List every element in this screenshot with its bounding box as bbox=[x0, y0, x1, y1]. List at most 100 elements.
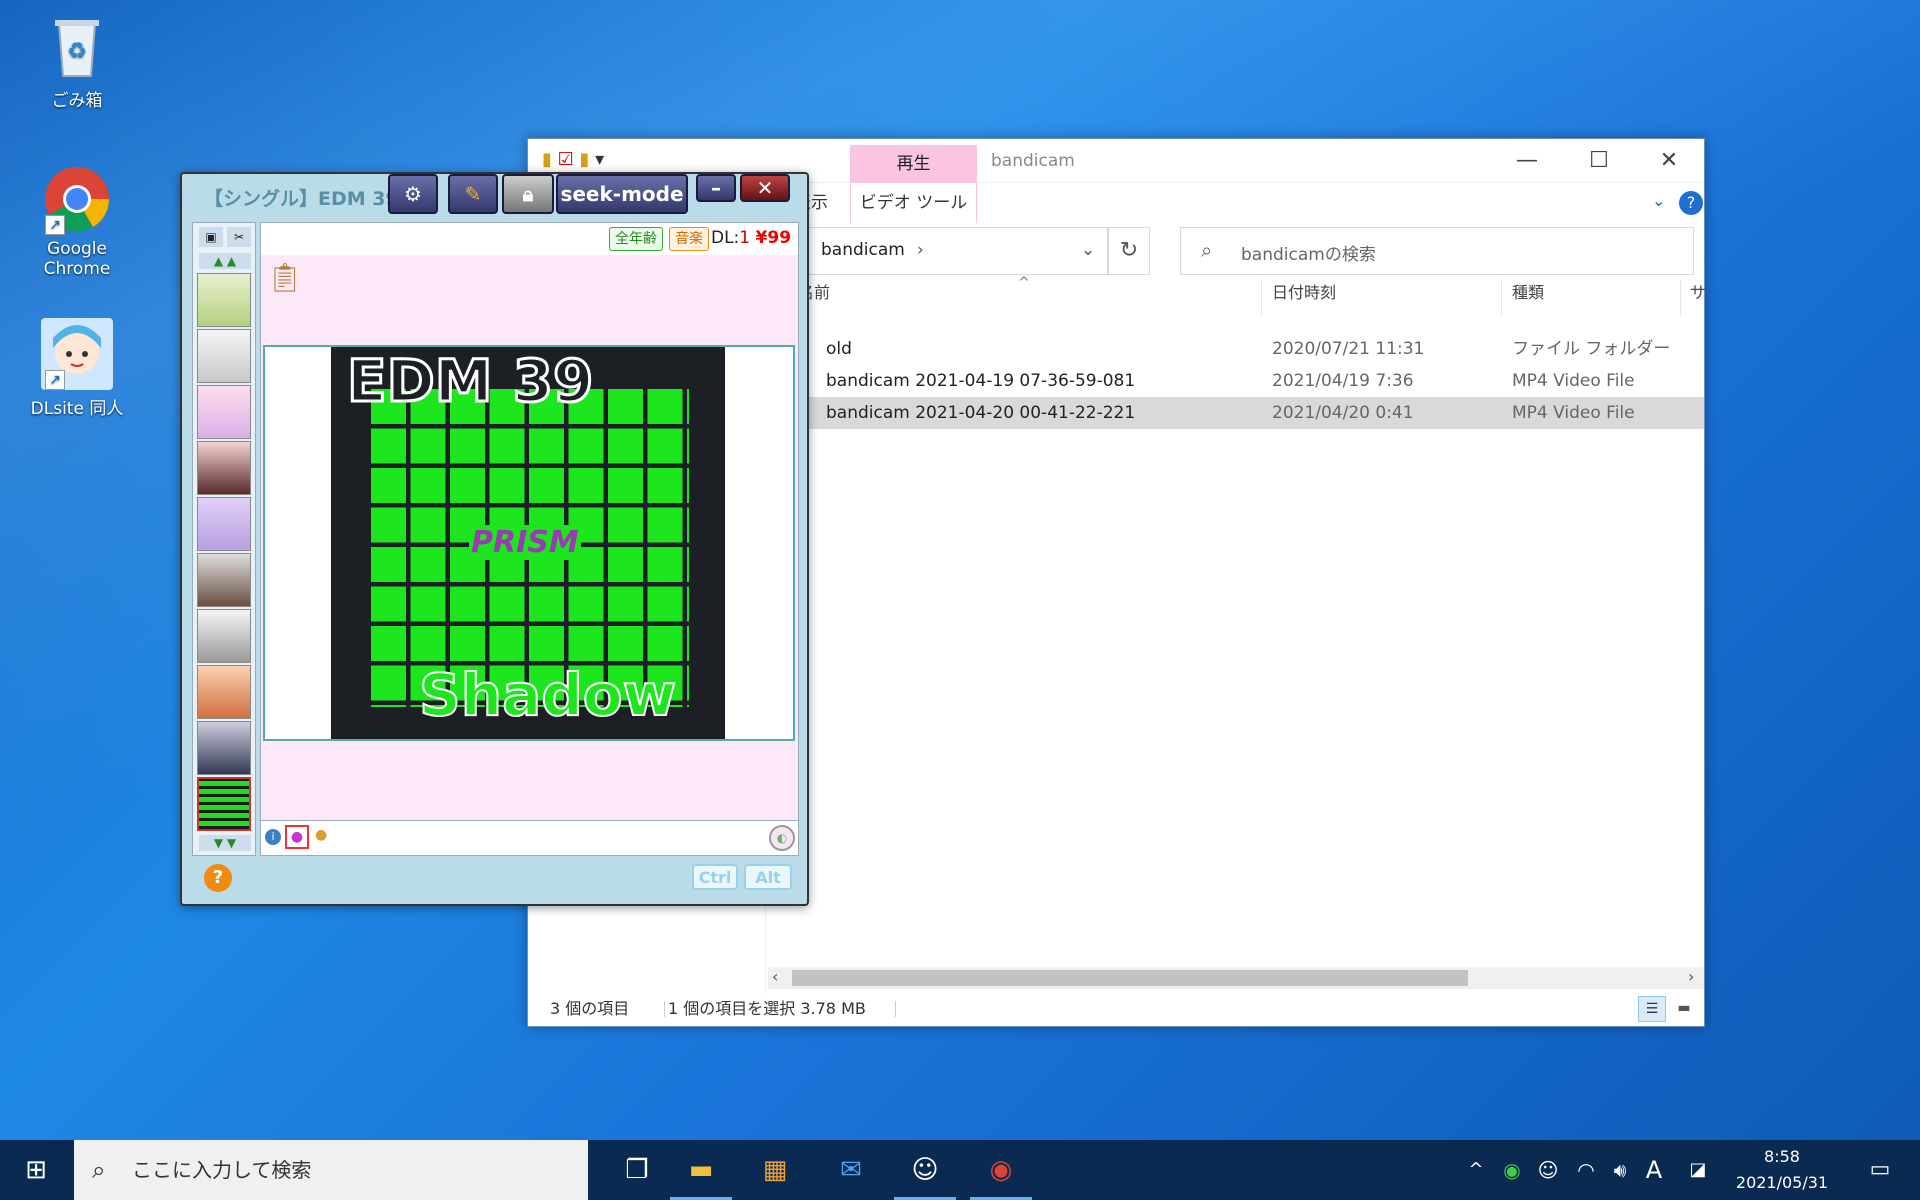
search-box[interactable]: ⌕ bandicamの検索 bbox=[1180, 227, 1694, 275]
close-button[interactable]: ✕ bbox=[1634, 139, 1704, 183]
file-explorer-taskbar-icon[interactable]: ▬ bbox=[670, 1140, 732, 1200]
download-value: 1 bbox=[739, 228, 751, 248]
taskbar-search[interactable]: ⌕ ここに入力して検索 bbox=[74, 1140, 588, 1200]
tab-play[interactable]: 再生 bbox=[850, 145, 977, 183]
clock[interactable]: 8:58 2021/05/31 bbox=[1722, 1144, 1842, 1196]
clipboard-icon[interactable]: 📋︎ bbox=[267, 261, 303, 294]
file-date: 2021/04/19 7:36 bbox=[1272, 371, 1414, 391]
player-toolbar: i ● ● ◐ bbox=[261, 820, 798, 855]
file-date: 2020/07/21 11:31 bbox=[1272, 339, 1425, 359]
file-name: old bbox=[826, 339, 852, 359]
scroll-left-icon[interactable]: ‹ bbox=[772, 967, 778, 986]
search-input[interactable]: bandicamの検索 bbox=[1241, 240, 1376, 265]
purple-cup-icon[interactable]: ● bbox=[285, 825, 309, 849]
download-count: DL:1 ¥99 bbox=[711, 228, 791, 248]
ime-mode-icon[interactable]: ◪ bbox=[1684, 1140, 1712, 1200]
gear-icon: ⚙ bbox=[404, 182, 422, 206]
dlsite-player-taskbar-icon[interactable]: ☺ bbox=[894, 1140, 956, 1200]
scroll-right-icon[interactable]: › bbox=[1688, 967, 1694, 986]
cake-icon[interactable]: ● bbox=[315, 827, 327, 843]
playlist-thumbnail[interactable] bbox=[197, 329, 251, 383]
taskbar: ⊞ ⌕ ここに入力して検索 ❐ ▬ ▦ ✉ ☺ ◉ ^ ◉ ☺ ◠ 🔊︎ A ◪… bbox=[0, 1140, 1920, 1200]
column-header-size[interactable]: サ bbox=[1690, 279, 1706, 303]
help-icon[interactable]: ? bbox=[1679, 191, 1703, 215]
details-view-icon[interactable]: ☰ bbox=[1638, 996, 1666, 1022]
tab-video-tools[interactable]: ビデオ ツール bbox=[850, 183, 977, 223]
tray-green-icon[interactable]: ◉ bbox=[1498, 1140, 1526, 1200]
sort-arrow-icon: ^ bbox=[1018, 275, 1030, 291]
maximize-button[interactable]: ☐ bbox=[1564, 139, 1634, 183]
minimize-button[interactable]: — bbox=[1492, 139, 1562, 183]
store-icon[interactable]: ▦ bbox=[744, 1140, 806, 1200]
volume-icon[interactable]: 🔊︎ bbox=[1606, 1140, 1634, 1200]
playlist-add-icon[interactable]: ▣ bbox=[199, 227, 223, 247]
mail-icon[interactable]: ✉ bbox=[820, 1140, 882, 1200]
scroll-bottom-icon[interactable]: ▼ ▼ bbox=[199, 835, 251, 851]
address-bar[interactable]: › bandicam › ⌄ bbox=[798, 227, 1108, 275]
playlist-thumbnail[interactable] bbox=[197, 385, 251, 439]
age-rating-badge: 全年齢 bbox=[609, 227, 663, 251]
cover-title-top: EDM 39 bbox=[345, 347, 594, 417]
dlsite-mascot-icon: ↗ bbox=[41, 318, 113, 390]
info-icon[interactable]: i bbox=[265, 829, 281, 845]
clock-time: 8:58 bbox=[1764, 1147, 1800, 1166]
price: ¥99 bbox=[755, 228, 792, 248]
player-main: 全年齢 音楽 DL:1 ¥99 📋︎ EDM 39 PRISM Shadow i… bbox=[260, 222, 799, 856]
desktop-icon-label: Google Chrome bbox=[43, 239, 111, 279]
playback-icon[interactable]: ◐ bbox=[769, 825, 795, 851]
pin-button[interactable]: ✎ bbox=[448, 174, 498, 214]
taskbar-search-input[interactable]: ここに入力して検索 bbox=[132, 1140, 311, 1200]
minimize-button[interactable]: – bbox=[696, 174, 736, 202]
playlist-thumbnail[interactable] bbox=[197, 441, 251, 495]
status-divider bbox=[895, 1001, 896, 1017]
column-header-date[interactable]: 日付時刻 bbox=[1272, 279, 1336, 303]
status-divider bbox=[664, 1001, 665, 1017]
lock-button[interactable]: 🔒︎ bbox=[502, 174, 554, 214]
large-icons-view-icon[interactable]: ▬ bbox=[1670, 996, 1698, 1022]
notification-icon[interactable]: ▭ bbox=[1850, 1140, 1910, 1200]
help-button[interactable]: ? bbox=[204, 864, 232, 892]
ribbon-expand-icon[interactable]: ⌄ bbox=[1652, 191, 1665, 210]
start-button[interactable]: ⊞ bbox=[0, 1140, 72, 1200]
window-title: bandicam bbox=[991, 151, 1075, 171]
close-button[interactable]: ✕ bbox=[740, 174, 790, 202]
playlist-thumbnail[interactable] bbox=[197, 497, 251, 551]
playlist-thumbnail[interactable] bbox=[197, 273, 251, 327]
seek-mode-button[interactable]: seek-mode bbox=[556, 174, 688, 214]
scroll-top-icon[interactable]: ▲ ▲ bbox=[199, 253, 251, 269]
ime-indicator[interactable]: A bbox=[1640, 1140, 1668, 1200]
chrome-taskbar-icon[interactable]: ◉ bbox=[970, 1140, 1032, 1200]
playlist-sidebar: ▣ ✂ ▲ ▲ ▼ ▼ bbox=[192, 222, 256, 856]
cover-title-bottom: Shadow bbox=[418, 660, 677, 730]
genre-badge: 音楽 bbox=[669, 227, 709, 251]
file-date: 2021/04/20 0:41 bbox=[1272, 403, 1414, 423]
ctrl-key-button[interactable]: Ctrl bbox=[692, 864, 738, 890]
playlist-thumbnail[interactable] bbox=[197, 553, 251, 607]
shortcut-arrow-icon: ↗ bbox=[45, 215, 65, 235]
desktop-icon-recycle-bin[interactable]: ♻ ごみ箱 bbox=[17, 10, 137, 111]
address-dropdown-icon[interactable]: ⌄ bbox=[1081, 240, 1095, 260]
tray-overflow-icon[interactable]: ^ bbox=[1464, 1140, 1488, 1200]
wifi-icon[interactable]: ◠ bbox=[1572, 1140, 1600, 1200]
playlist-tool-icon[interactable]: ✂ bbox=[227, 227, 251, 247]
playlist-thumbnail-selected[interactable] bbox=[197, 777, 251, 831]
horizontal-scrollbar[interactable]: ‹ › bbox=[768, 967, 1704, 989]
playlist-thumbnail[interactable] bbox=[197, 665, 251, 719]
alt-key-button[interactable]: Alt bbox=[744, 864, 792, 890]
cover-art: EDM 39 PRISM Shadow bbox=[331, 347, 725, 739]
task-view-icon[interactable]: ❐ bbox=[606, 1140, 668, 1200]
lock-icon: 🔒︎ bbox=[522, 182, 534, 206]
refresh-button[interactable]: ↻ bbox=[1108, 227, 1150, 275]
settings-button[interactable]: ⚙ bbox=[388, 174, 438, 214]
column-header-type[interactable]: 種類 bbox=[1512, 279, 1544, 303]
tray-app-icon[interactable]: ☺ bbox=[1534, 1140, 1562, 1200]
breadcrumb[interactable]: bandicam bbox=[821, 240, 905, 260]
playlist-thumbnail[interactable] bbox=[197, 609, 251, 663]
playlist-thumbnail[interactable] bbox=[197, 721, 251, 775]
file-type: ファイル フォルダー bbox=[1512, 339, 1671, 359]
desktop-icon-label: ごみ箱 bbox=[51, 91, 103, 111]
desktop-icon-dlsite[interactable]: ↗ DLsite 同人 bbox=[17, 318, 137, 419]
shortcut-arrow-icon: ↗ bbox=[45, 370, 65, 390]
desktop-icon-chrome[interactable]: ↗ Google Chrome bbox=[17, 163, 137, 279]
scrollbar-thumb[interactable] bbox=[792, 970, 1468, 986]
